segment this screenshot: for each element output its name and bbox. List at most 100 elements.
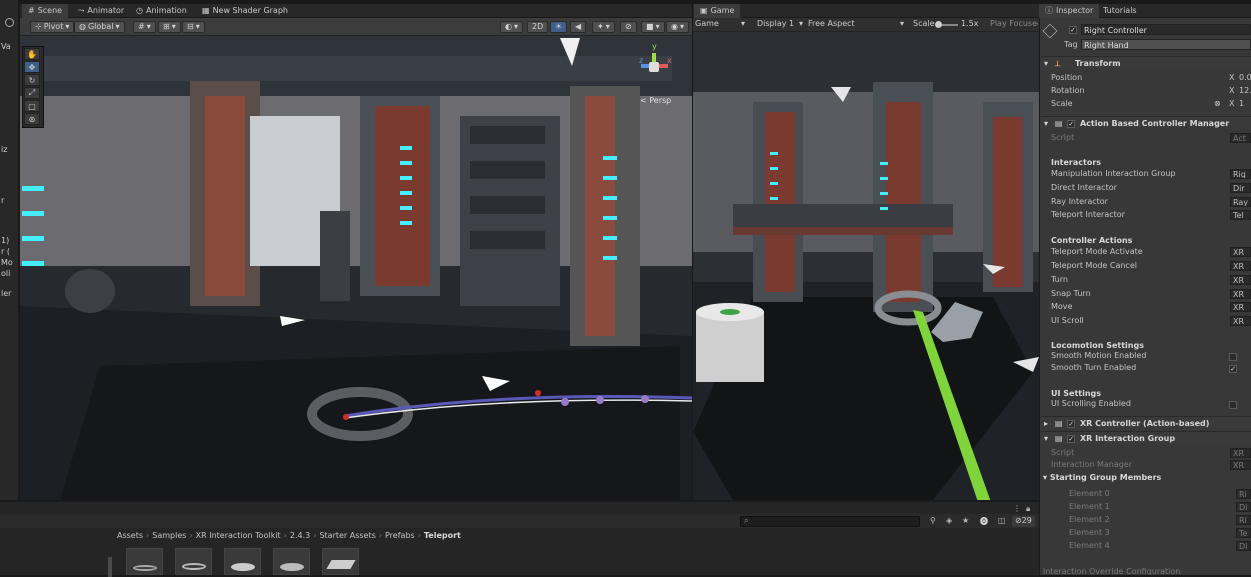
effects-toggle[interactable]: ✦ ▾ xyxy=(592,21,615,33)
asset-thumbnail[interactable] xyxy=(273,548,310,575)
tab-game[interactable]: ▣ Game xyxy=(694,4,741,18)
scene-viewport[interactable]: ✋ ✥ ↻ ⤢ ▢ ⊛ y x z < Persp xyxy=(20,36,692,500)
gizmos-button[interactable]: ◉ ▾ xyxy=(666,21,689,33)
ui-scroll-field[interactable]: XR xyxy=(1230,316,1251,326)
hierarchy-row[interactable]: Va xyxy=(1,42,11,51)
asset-thumbnail[interactable] xyxy=(175,548,212,575)
display-dropdown[interactable]: Display 1 ▾ xyxy=(757,19,807,28)
tab-new-shader-graph[interactable]: ▦ New Shader Graph xyxy=(196,4,294,18)
hidden-objects-toggle[interactable]: ⊘ xyxy=(620,21,637,33)
hierarchy-row[interactable]: r xyxy=(1,196,4,205)
filter-by-type-icon[interactable]: ⚲ xyxy=(930,516,936,525)
lock-icon[interactable]: 🔒︎ xyxy=(1026,504,1030,514)
view-toggle-icon[interactable]: ◫ xyxy=(998,516,1006,525)
move-tool-button[interactable]: ✥ xyxy=(24,61,40,73)
element-0-field[interactable]: Ri xyxy=(1236,489,1251,499)
filter-by-label-icon[interactable]: ◈ xyxy=(946,516,952,525)
panel-menu-icon[interactable]: ⋮ xyxy=(1013,504,1021,513)
hierarchy-search-icon[interactable] xyxy=(5,18,14,27)
breadcrumb-item[interactable]: Samples xyxy=(152,531,186,543)
component-enabled-checkbox[interactable]: ✓ xyxy=(1067,419,1076,428)
hierarchy-row[interactable]: ler xyxy=(1,289,11,298)
incremental-snap-button[interactable]: ⊟ ▾ xyxy=(182,21,205,33)
tab-animation[interactable]: ◷ Animation xyxy=(130,4,193,18)
hand-tool-button[interactable]: ✋ xyxy=(24,48,40,60)
gameobject-name-field[interactable]: Right Controller xyxy=(1081,24,1251,35)
gameobject-active-checkbox[interactable]: ✓ xyxy=(1069,25,1077,34)
shading-mode-button[interactable]: ◐ ▾ xyxy=(500,21,523,33)
pivot-dropdown[interactable]: ⊹ Pivot ▾ xyxy=(30,21,75,33)
component-enabled-checkbox[interactable]: ✓ xyxy=(1067,119,1076,128)
element-2-field[interactable]: Ri xyxy=(1236,515,1251,525)
global-dropdown[interactable]: ◍ Global ▾ xyxy=(74,21,125,33)
element-4-field[interactable]: Di xyxy=(1236,541,1251,551)
rect-tool-button[interactable]: ▢ xyxy=(24,100,40,112)
hierarchy-row[interactable]: oli xyxy=(1,269,10,278)
turn-field[interactable]: XR xyxy=(1230,275,1251,285)
direct-interactor-field[interactable]: Dir xyxy=(1230,183,1251,193)
action-manager-header[interactable]: ▾ ▤ ✓ Action Based Controller Manager xyxy=(1041,116,1251,129)
position-x-field[interactable]: 0.0 xyxy=(1239,72,1251,84)
transform-header[interactable]: ▾ ⟂ Transform xyxy=(1041,56,1251,69)
breadcrumb-item[interactable]: 2.4.3 xyxy=(290,531,310,543)
game-viewport[interactable] xyxy=(693,32,1039,500)
rotation-x-field[interactable]: 12. xyxy=(1239,85,1251,97)
tab-animator[interactable]: ⤳ Animator xyxy=(72,4,130,18)
smooth-turn-checkbox[interactable]: ✓ xyxy=(1229,364,1237,373)
hierarchy-row[interactable]: Mo xyxy=(1,258,13,267)
breadcrumb-item[interactable]: XR Interaction Toolkit xyxy=(196,531,281,543)
grid-snap-button[interactable]: # ▾ xyxy=(133,21,156,33)
transform-tool-button[interactable]: ⊛ xyxy=(24,113,40,125)
bookmark-icon[interactable]: ★ xyxy=(962,516,969,525)
toggle-2d-button[interactable]: 2D xyxy=(527,21,549,33)
project-search-input[interactable]: ⌕ xyxy=(740,516,920,527)
asset-thumbnail[interactable] xyxy=(126,548,163,575)
tab-scene[interactable]: # Scene xyxy=(22,4,69,18)
move-field[interactable]: XR xyxy=(1230,302,1251,312)
game-mode-dropdown[interactable]: Game ▾ xyxy=(695,19,750,28)
override-config-header[interactable]: Interaction Override Configuration xyxy=(1043,566,1180,575)
lighting-toggle[interactable]: ☀ xyxy=(550,21,568,33)
aspect-dropdown[interactable]: Free Aspect ▾ xyxy=(808,19,908,28)
breadcrumb-item[interactable]: Starter Assets xyxy=(319,531,375,543)
breadcrumb-item[interactable]: Assets xyxy=(110,531,143,543)
audio-toggle[interactable]: ◀ xyxy=(570,21,587,33)
interaction-manager-field[interactable]: XR xyxy=(1230,460,1251,470)
smooth-motion-checkbox[interactable] xyxy=(1229,352,1237,361)
hidden-packages-icon[interactable]: ⓿ xyxy=(980,516,988,527)
asset-thumbnail[interactable] xyxy=(224,548,261,575)
teleport-interactor-field[interactable]: Tel xyxy=(1230,210,1251,220)
manipulation-group-field[interactable]: Rig xyxy=(1230,169,1251,179)
breadcrumb-item[interactable]: Teleport xyxy=(424,531,461,543)
tab-tutorials[interactable]: Tutorials xyxy=(1097,4,1143,18)
element-1-field[interactable]: Di xyxy=(1236,502,1251,512)
ray-interactor-field[interactable]: Ray xyxy=(1230,197,1251,207)
element-3-field[interactable]: Te xyxy=(1236,528,1251,538)
xr-controller-header[interactable]: ▸ ▤ ✓ XR Controller (Action-based) xyxy=(1041,416,1251,429)
hidden-count-badge[interactable]: ⊘29 xyxy=(1012,516,1035,527)
project-left-scrollbar[interactable] xyxy=(108,557,112,577)
asset-thumbnail[interactable] xyxy=(322,548,359,575)
teleport-activate-field[interactable]: XR xyxy=(1230,247,1251,257)
tab-inspector[interactable]: ⓘ Inspector xyxy=(1039,4,1100,18)
ui-scrolling-checkbox[interactable] xyxy=(1229,400,1237,409)
xr-interaction-group-header[interactable]: ▾ ▤ ✓ XR Interaction Group xyxy=(1041,431,1251,444)
projection-label[interactable]: < Persp xyxy=(640,96,671,105)
starting-members-header[interactable]: ▾ Starting Group Members xyxy=(1043,472,1161,484)
scale-tool-button[interactable]: ⤢ xyxy=(24,87,40,99)
component-enabled-checkbox[interactable]: ✓ xyxy=(1067,434,1076,443)
play-focused-dropdown[interactable]: Play Focused xyxy=(990,19,1038,28)
scale-lock-icon[interactable]: ⊗ xyxy=(1214,98,1221,110)
scale-slider-handle[interactable] xyxy=(935,21,942,28)
snap-turn-field[interactable]: XR xyxy=(1230,289,1251,299)
hierarchy-row[interactable]: 1) xyxy=(1,236,9,245)
hierarchy-row[interactable]: iz xyxy=(1,145,7,154)
breadcrumb-item[interactable]: Prefabs xyxy=(385,531,415,543)
teleport-cancel-field[interactable]: XR xyxy=(1230,261,1251,271)
snap-increment-button[interactable]: ⊞ ▾ xyxy=(158,21,181,33)
camera-settings-button[interactable]: ■ ▾ xyxy=(641,21,665,33)
hierarchy-row[interactable]: r ( xyxy=(1,247,10,256)
tag-dropdown[interactable]: Right Hand xyxy=(1081,39,1251,50)
rotate-tool-button[interactable]: ↻ xyxy=(24,74,40,86)
scale-slider[interactable] xyxy=(935,21,958,28)
